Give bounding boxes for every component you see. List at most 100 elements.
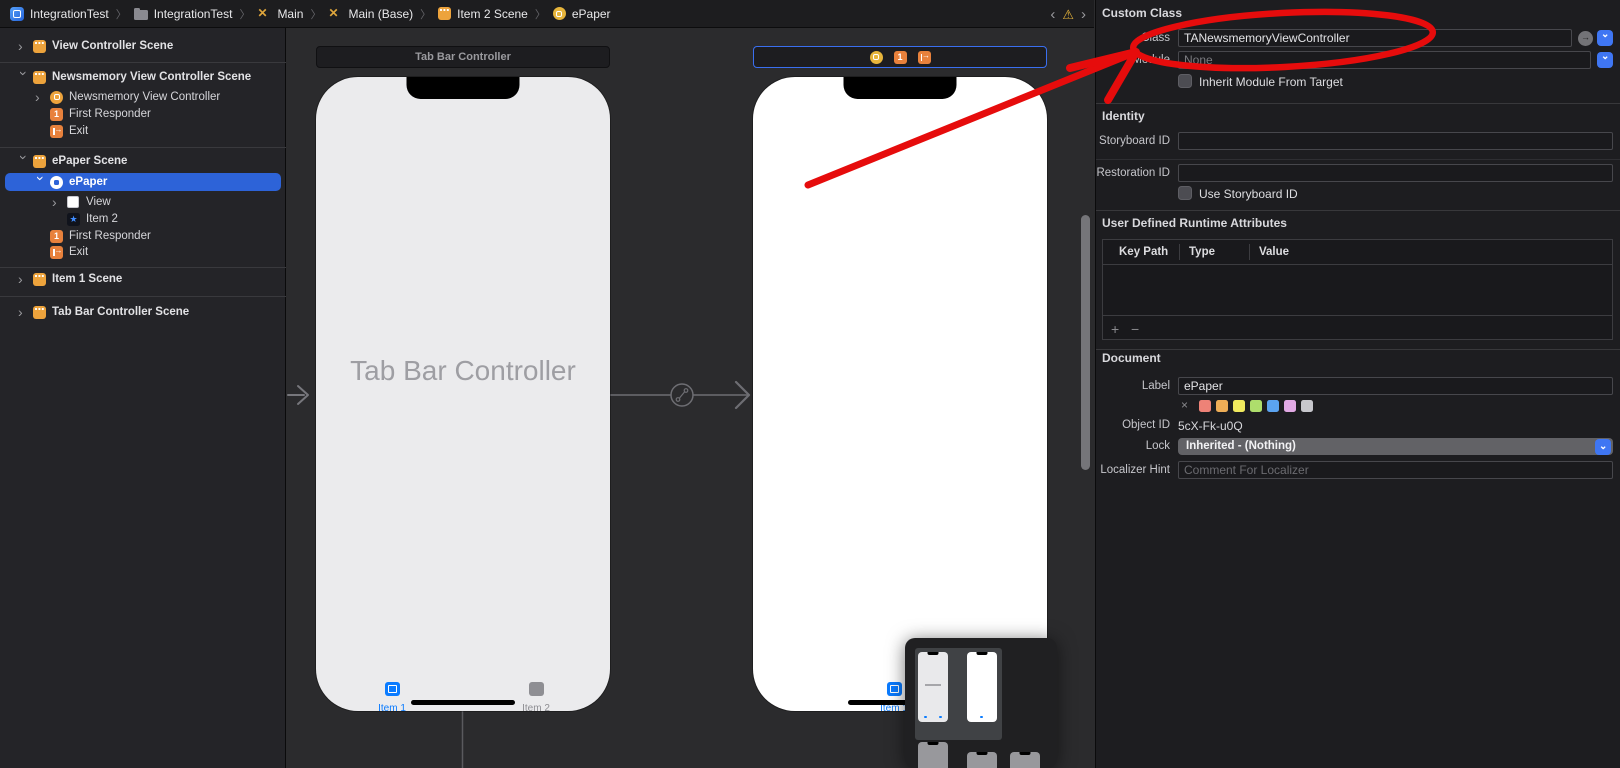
sidebar-item-first-responder[interactable]: 1 First Responder <box>0 105 286 123</box>
breadcrumb-scene[interactable]: Item 2 Scene <box>438 7 528 21</box>
sidebar-item-epaper-selected[interactable]: ePaper <box>0 173 286 191</box>
document-label-input[interactable] <box>1178 377 1613 395</box>
storyboard-id-input[interactable] <box>1178 132 1613 150</box>
chevron-right-icon[interactable] <box>16 303 26 321</box>
identity-inspector: Custom Class Class Module None Inherit M… <box>1095 0 1620 768</box>
color-swatch-gray[interactable] <box>1301 400 1313 412</box>
issue-navigation: ‹ ⚠ › <box>1050 0 1086 28</box>
color-swatch-red[interactable] <box>1199 400 1211 412</box>
chevron-right-icon[interactable] <box>16 37 26 55</box>
sidebar-item-exit[interactable]: Exit <box>0 243 286 261</box>
sidebar-item-epaper-scene[interactable]: ePaper Scene <box>0 152 286 170</box>
jump-to-class-button[interactable] <box>1578 31 1593 46</box>
tab-item-2[interactable]: Item 2 <box>506 682 566 714</box>
runtime-attributes-table[interactable]: Key Path Type Value + − <box>1102 239 1613 340</box>
chevron-down-icon[interactable] <box>33 173 43 191</box>
tab-item-label: Item 2 <box>506 703 566 714</box>
sidebar-item-newsmemory-scene[interactable]: Newsmemory View Controller Scene <box>0 68 286 86</box>
color-swatch-blue[interactable] <box>1267 400 1279 412</box>
tab-item-1[interactable]: Item 1 <box>362 682 422 714</box>
sidebar-item-item1-scene[interactable]: Item 1 Scene <box>0 270 286 288</box>
scene-icon <box>33 306 46 319</box>
sidebar-item-item2[interactable]: Item 2 <box>0 210 286 228</box>
minimap-thumbnail <box>967 752 997 768</box>
divider <box>1096 159 1620 160</box>
breadcrumb-storyboard[interactable]: Main <box>257 7 303 21</box>
exit-icon[interactable] <box>918 51 931 64</box>
restoration-id-label: Restoration ID <box>1096 167 1170 179</box>
section-header-custom-class: Custom Class <box>1102 6 1182 20</box>
breadcrumb-label: IntegrationTest <box>154 7 233 21</box>
breadcrumb-project[interactable]: IntegrationTest <box>10 7 109 21</box>
color-swatch-purple[interactable] <box>1284 400 1296 412</box>
square-icon <box>529 682 544 696</box>
section-header-document: Document <box>1102 351 1161 365</box>
minimap-thumbnail <box>918 652 948 722</box>
scene-title-bar-epaper[interactable]: 1 <box>753 46 1047 68</box>
sidebar-item-tab-bar-controller-scene[interactable]: Tab Bar Controller Scene <box>0 303 286 321</box>
module-dropdown-button[interactable] <box>1597 52 1613 68</box>
sidebar-item-exit[interactable]: Exit <box>0 122 286 140</box>
lock-dropdown-button[interactable] <box>1595 439 1611 455</box>
storyboard-canvas[interactable]: Tab Bar Controller Tab Bar Controller It… <box>286 28 1094 768</box>
chevron-right-icon[interactable] <box>33 88 43 106</box>
add-attribute-button[interactable]: + <box>1111 322 1119 336</box>
chevron-right-icon[interactable] <box>50 193 60 211</box>
divider <box>0 147 286 148</box>
chevron-down-icon[interactable] <box>16 152 26 170</box>
folder-icon <box>134 10 148 20</box>
chevron-right-icon[interactable] <box>16 270 26 288</box>
tab-bar-controller-view[interactable]: Tab Bar Controller Item 1 Item 2 <box>316 77 610 711</box>
warning-icon[interactable]: ⚠ <box>1062 8 1074 21</box>
localizer-hint-label: Localizer Hint <box>1096 464 1170 476</box>
remove-attribute-button[interactable]: − <box>1131 322 1139 336</box>
interface-builder-icon <box>328 7 342 20</box>
document-outline: View Controller Scene Newsmemory View Co… <box>0 28 286 768</box>
restoration-id-input[interactable] <box>1178 164 1613 182</box>
exit-icon <box>50 125 63 138</box>
scene-title-bar-tab-bar-controller[interactable]: Tab Bar Controller <box>316 46 610 68</box>
module-combo[interactable]: None <box>1178 51 1591 69</box>
color-swatch-orange[interactable] <box>1216 400 1228 412</box>
breadcrumb-separator: 〉 <box>239 6 250 22</box>
inherit-module-checkbox[interactable] <box>1178 74 1192 88</box>
view-controller-icon[interactable] <box>870 51 883 64</box>
canvas-scrollbar[interactable] <box>1081 215 1090 470</box>
color-swatch-green[interactable] <box>1250 400 1262 412</box>
sidebar-item-newsmemory-view-controller[interactable]: Newsmemory View Controller <box>0 88 286 106</box>
photo-icon <box>385 682 400 696</box>
scene-icon <box>438 7 451 20</box>
view-controller-icon <box>50 91 63 104</box>
object-id-label: Object ID <box>1096 419 1170 431</box>
use-storyboard-id-checkbox[interactable] <box>1178 186 1192 200</box>
chevron-down-icon[interactable] <box>16 68 26 86</box>
breadcrumb-view-controller[interactable]: ePaper <box>553 7 611 21</box>
scene-icon <box>33 155 46 168</box>
sidebar-item-label: Newsmemory View Controller Scene <box>52 68 251 86</box>
sidebar-item-label: Exit <box>69 122 88 140</box>
minimap[interactable] <box>905 638 1057 768</box>
minimap-thumbnail <box>967 652 997 722</box>
use-storyboard-id-label: Use Storyboard ID <box>1199 187 1298 201</box>
class-dropdown-button[interactable] <box>1597 30 1613 46</box>
interface-builder-icon <box>257 7 271 20</box>
lock-popup-button[interactable]: Inherited - (Nothing) <box>1178 438 1613 455</box>
minimap-thumbnail <box>1010 752 1040 768</box>
scene-icon <box>33 71 46 84</box>
color-clear-button[interactable]: × <box>1181 398 1188 412</box>
scene-icon <box>33 40 46 53</box>
breadcrumb-folder[interactable]: IntegrationTest <box>134 7 233 21</box>
color-swatch-yellow[interactable] <box>1233 400 1245 412</box>
epaper-view[interactable]: Item 1 <box>753 77 1047 711</box>
breadcrumb-storyboard-base[interactable]: Main (Base) <box>328 7 413 21</box>
class-input[interactable] <box>1178 29 1572 47</box>
sidebar-item-view[interactable]: View <box>0 193 286 211</box>
first-responder-icon[interactable]: 1 <box>894 51 907 64</box>
scene-title: Tab Bar Controller <box>415 51 511 63</box>
localizer-hint-input[interactable] <box>1178 461 1613 479</box>
previous-issue-button[interactable]: ‹ <box>1050 7 1055 22</box>
column-header-type: Type <box>1189 240 1215 264</box>
next-issue-button[interactable]: › <box>1081 7 1086 22</box>
view-controller-icon <box>553 7 566 20</box>
sidebar-item-view-controller-scene[interactable]: View Controller Scene <box>0 37 286 55</box>
